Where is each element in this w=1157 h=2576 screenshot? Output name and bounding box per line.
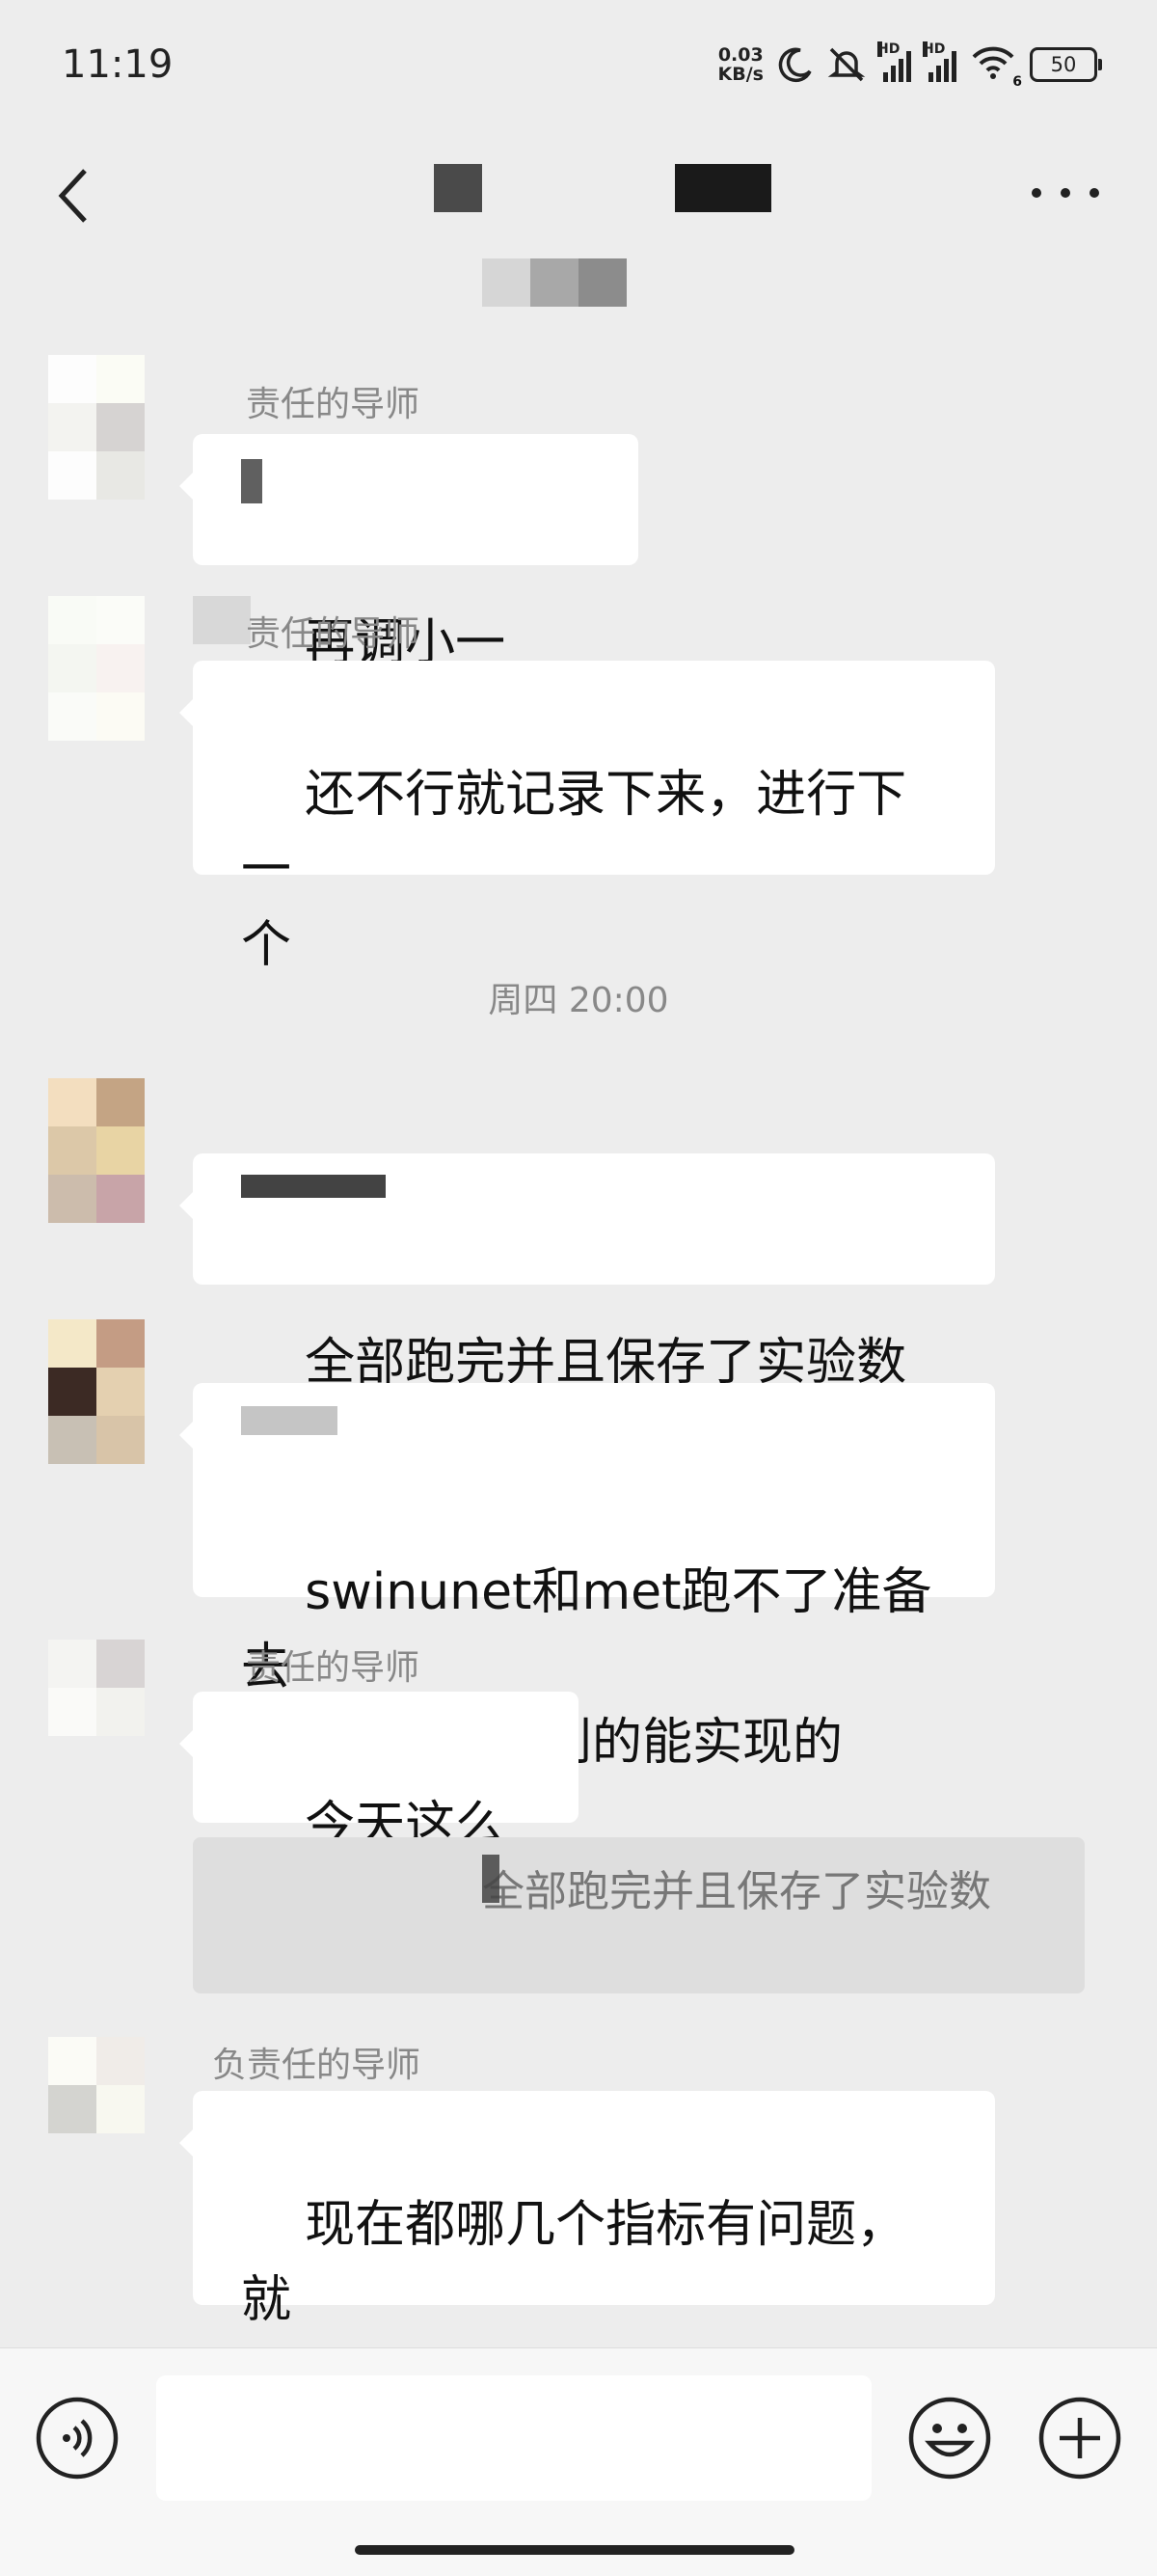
message-bubble[interactable]: 还不行就记录下来，进行下一 个 — [179, 661, 995, 974]
net-speed-unit: KB/s — [717, 64, 764, 85]
plus-button[interactable] — [1036, 2395, 1123, 2481]
message-text: 还不行就记录下来，进行下一 个 — [241, 766, 907, 974]
ellipsis-dot — [1061, 188, 1070, 198]
ellipsis-dot — [1090, 188, 1099, 198]
back-button[interactable] — [48, 157, 106, 234]
moon-icon — [778, 47, 812, 83]
mute-bell-icon — [827, 47, 866, 82]
emoji-button[interactable] — [906, 2395, 993, 2481]
quoted-message[interactable]: 全部跑完并且保存了实验数 — [193, 1837, 1085, 1993]
avatar[interactable] — [48, 2037, 145, 2182]
emoji-icon — [908, 2397, 991, 2480]
status-icons: 0.03 KB/s HD HD 6 50 — [718, 41, 1102, 90]
redaction — [193, 596, 251, 644]
message-input[interactable] — [156, 2375, 872, 2501]
avatar[interactable] — [48, 596, 145, 741]
message-bubble[interactable]: 现在都哪几个指标有问题，就 是差距很大的 — [179, 2091, 995, 2404]
quote-text: 全部跑完并且保存了实验数 — [482, 1867, 991, 1916]
avatar[interactable] — [48, 1078, 145, 1223]
plus-icon — [1038, 2397, 1121, 2480]
sim1-label: HD — [877, 41, 901, 57]
redacted-sender — [482, 258, 627, 307]
message-bubble[interactable]: swinunet和met跑不了准备去 扒一扒有没有别的能实现的 — [179, 1383, 995, 1772]
wifi-icon: 6 — [970, 43, 1022, 90]
message-bubble[interactable]: 今天这么快? — [179, 1692, 578, 1930]
redaction — [241, 1175, 386, 1198]
voice-button[interactable] — [34, 2395, 121, 2481]
more-button[interactable] — [1032, 178, 1099, 207]
signal-sim1-icon: HD — [877, 41, 911, 82]
avatar[interactable] — [48, 1319, 145, 1464]
signal-sim2-icon: HD — [923, 41, 956, 82]
message-bubble[interactable]: 全部跑完并且保存了实验数据 — [179, 1153, 995, 1467]
redaction — [241, 459, 262, 503]
avatar[interactable] — [48, 1640, 145, 1784]
sim2-label: HD — [923, 41, 946, 57]
input-bar — [0, 2347, 1157, 2576]
sender-name: 责任的导师 — [246, 614, 420, 654]
redaction — [482, 1855, 499, 1903]
sender-name: 负责任的导师 — [212, 2046, 421, 2085]
message-bubble[interactable]: 再调小一点，2 — [179, 434, 638, 747]
home-indicator[interactable] — [355, 2545, 794, 2555]
status-bar: 11:19 0.03 KB/s HD HD 6 50 — [0, 0, 1157, 130]
voice-icon — [36, 2397, 119, 2480]
timestamp: 周四 20:00 — [488, 981, 669, 1020]
battery-indicator: 50 — [1030, 47, 1102, 82]
sender-name: 责任的导师 — [246, 1648, 420, 1688]
status-time: 11:19 — [62, 42, 174, 87]
redaction — [241, 1406, 337, 1435]
ellipsis-icon — [1032, 188, 1041, 198]
net-speed-value: 0.03 — [717, 44, 764, 66]
network-speed: 0.03 KB/s — [718, 45, 764, 84]
chevron-left-icon — [58, 169, 87, 223]
nav-bar — [0, 130, 1157, 265]
avatar[interactable] — [48, 355, 145, 500]
wifi-label: 6 — [1012, 74, 1022, 90]
sender-name: 责任的导师 — [246, 385, 420, 424]
chat-title-redacted — [675, 164, 771, 212]
chat-title-redacted — [434, 164, 482, 212]
